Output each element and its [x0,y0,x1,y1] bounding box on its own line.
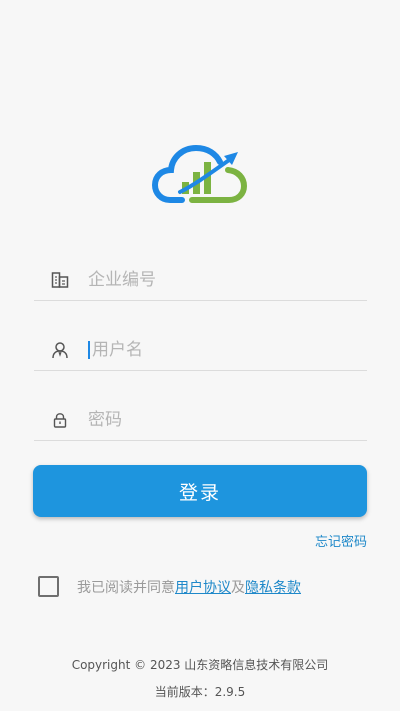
privacy-terms-link[interactable]: 隐私条款 [245,577,301,597]
login-button[interactable]: 登录 [33,465,367,517]
text-cursor [88,341,90,359]
user-icon [50,340,70,360]
agreement-row: 我已阅读并同意 用户协议 及 隐私条款 [38,576,301,597]
agreement-connector-text: 及 [231,579,245,596]
agreement-prefix-text: 我已阅读并同意 [77,579,175,596]
building-icon [50,270,70,290]
username-field[interactable] [34,330,367,371]
user-agreement-link[interactable]: 用户协议 [175,577,231,597]
password-input[interactable] [88,410,328,430]
company-id-input[interactable] [88,270,328,290]
lock-icon [50,410,70,430]
login-screen: 登录 忘记密码 我已阅读并同意 用户协议 及 隐私条款 Copyright © … [0,0,400,711]
version-text: 当前版本：2.9.5 [154,685,246,699]
company-id-field[interactable] [34,260,367,301]
password-field[interactable] [34,400,367,441]
cloud-chart-logo [152,144,248,203]
agreement-checkbox[interactable] [38,576,59,597]
copyright-text: Copyright © 2023 山东资略信息技术有限公司 [71,658,329,672]
forgot-password-link[interactable]: 忘记密码 [315,531,367,550]
username-input[interactable] [92,340,332,360]
